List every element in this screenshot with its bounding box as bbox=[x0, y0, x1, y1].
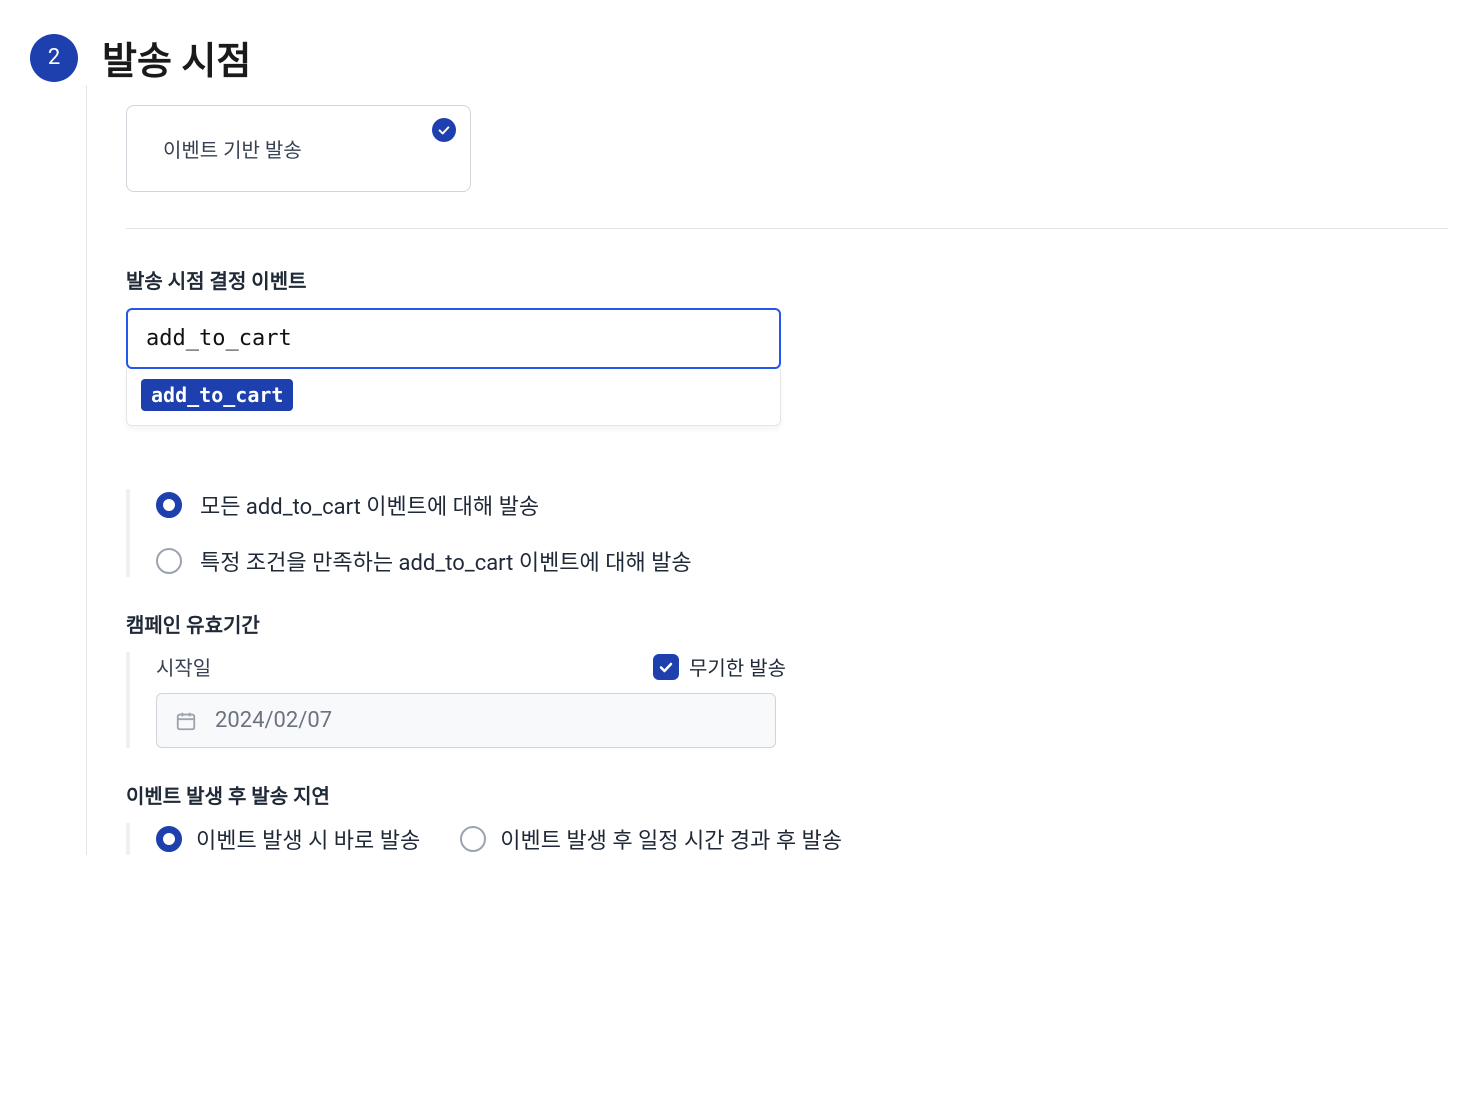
unlimited-label: 무기한 발송 bbox=[689, 652, 786, 681]
radio-immediate[interactable]: 이벤트 발생 시 바로 발송 bbox=[156, 823, 420, 855]
event-input[interactable] bbox=[126, 308, 781, 369]
start-date-input[interactable]: 2024/02/07 bbox=[156, 693, 776, 748]
step-number-badge: 2 bbox=[30, 34, 78, 82]
start-date-label: 시작일 bbox=[156, 652, 211, 681]
radio-specific-events[interactable]: 특정 조건을 만족하는 add_to_cart 이벤트에 대해 발송 bbox=[156, 545, 1448, 577]
validity-row: 시작일 무기한 발송 bbox=[156, 652, 786, 681]
radio-icon bbox=[156, 548, 182, 574]
send-type-label: 이벤트 기반 발송 bbox=[163, 134, 434, 163]
delay-section-label: 이벤트 발생 후 발송 지연 bbox=[126, 780, 1448, 809]
radio-icon bbox=[156, 492, 182, 518]
unlimited-checkbox-wrap[interactable]: 무기한 발송 bbox=[653, 652, 786, 681]
validity-section: 시작일 무기한 발송 2024/02/07 bbox=[126, 652, 786, 748]
radio-all-label: 모든 add_to_cart 이벤트에 대해 발송 bbox=[200, 489, 539, 521]
event-select-group: 발송 시점 결정 이벤트 add_to_cart 모든 add_to_cart … bbox=[126, 265, 1448, 577]
step-title: 발송 시점 bbox=[102, 30, 251, 85]
delay-radios: 이벤트 발생 시 바로 발송 이벤트 발생 후 일정 시간 경과 후 발송 bbox=[126, 823, 1448, 855]
section-divider bbox=[126, 228, 1448, 229]
event-autocomplete: add_to_cart bbox=[126, 308, 781, 369]
start-date-value: 2024/02/07 bbox=[215, 708, 332, 733]
step-header: 2 발송 시점 bbox=[30, 30, 1448, 85]
radio-specific-label: 특정 조건을 만족하는 add_to_cart 이벤트에 대해 발송 bbox=[200, 545, 692, 577]
step-content: 이벤트 기반 발송 발송 시점 결정 이벤트 add_to_cart 모든 ad… bbox=[85, 105, 1448, 855]
radio-delayed-label: 이벤트 발생 후 일정 시간 경과 후 발송 bbox=[500, 823, 842, 855]
event-select-label: 발송 시점 결정 이벤트 bbox=[126, 265, 1448, 294]
validity-group: 캠페인 유효기간 시작일 무기한 발송 2024/02/07 bbox=[126, 609, 1448, 748]
calendar-icon bbox=[175, 710, 197, 732]
radio-immediate-label: 이벤트 발생 시 바로 발송 bbox=[196, 823, 420, 855]
radio-icon bbox=[156, 826, 182, 852]
event-dropdown-option[interactable]: add_to_cart bbox=[141, 379, 293, 411]
delay-group: 이벤트 발생 후 발송 지연 이벤트 발생 시 바로 발송 이벤트 발생 후 일… bbox=[126, 780, 1448, 855]
send-type-card[interactable]: 이벤트 기반 발송 bbox=[126, 105, 471, 192]
event-dropdown: add_to_cart bbox=[126, 369, 781, 426]
radio-all-events[interactable]: 모든 add_to_cart 이벤트에 대해 발송 bbox=[156, 489, 1448, 521]
radio-delayed[interactable]: 이벤트 발생 후 일정 시간 경과 후 발송 bbox=[460, 823, 842, 855]
validity-section-label: 캠페인 유효기간 bbox=[126, 609, 1448, 638]
checkbox-icon bbox=[653, 654, 679, 680]
check-icon bbox=[432, 118, 456, 142]
step-number-text: 2 bbox=[48, 45, 60, 70]
event-condition-radios: 모든 add_to_cart 이벤트에 대해 발송 특정 조건을 만족하는 ad… bbox=[126, 489, 1448, 577]
radio-icon bbox=[460, 826, 486, 852]
